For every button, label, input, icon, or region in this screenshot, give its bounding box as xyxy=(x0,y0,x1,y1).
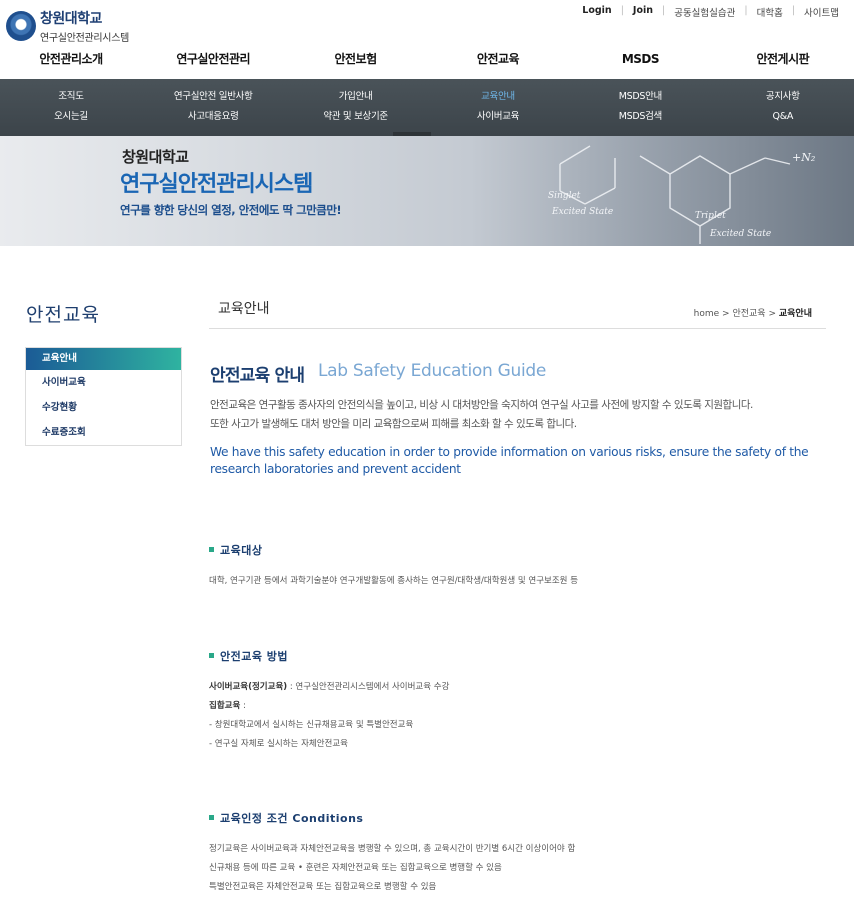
sidebar-item-certificate-lookup[interactable]: 수료증조회 xyxy=(26,420,181,445)
nav-msds[interactable]: MSDS xyxy=(569,44,711,79)
shared-lab-link[interactable]: 공동실험실습관 xyxy=(665,5,744,19)
logo-name: 창원대학교 xyxy=(40,11,102,27)
section-target-heading: 교육대상 xyxy=(209,542,262,558)
logo-subtitle: 연구실안전관리시스템 xyxy=(40,33,130,44)
breadcrumb: home > 안전교육 > 교육안내 xyxy=(693,309,812,319)
sitemap-link[interactable]: 사이트맵 xyxy=(795,5,848,19)
method-item-1: - 창원대학교에서 실시하는 신규채용교육 및 특별안전교육 xyxy=(209,720,414,730)
subnav-terms-compensation[interactable]: 약관 및 보상기준 xyxy=(284,107,426,127)
subnav-qna[interactable]: Q&A xyxy=(712,107,854,127)
sidebar-item-course-status[interactable]: 수강현황 xyxy=(26,395,181,420)
section-heading-english: Lab Safety Education Guide xyxy=(318,361,547,381)
page-title: 교육안내 xyxy=(218,301,270,317)
method-cyber-line: 사이버교육(정기교육) : 연구실안전관리시스템에서 사이버교육 수강 xyxy=(209,682,450,692)
nav-safety-education[interactable]: 안전교육 xyxy=(427,44,569,79)
subnav-directions[interactable]: 오시는길 xyxy=(0,107,142,127)
sub-nav: 조직도 연구실안전 일반사항 가입안내 교육안내 MSDS안내 공지사항 오시는… xyxy=(0,79,854,142)
nav-safety-insurance[interactable]: 안전보험 xyxy=(284,44,426,79)
banner-system-title: 연구실안전관리시스템 xyxy=(120,172,313,197)
subnav-cyber-education[interactable]: 사이버교육 xyxy=(427,107,569,127)
conditions-line-1: 정기교육은 사이버교육과 자체안전교육을 병행할 수 있으며, 총 교육시간이 … xyxy=(209,844,576,854)
method-group-line: 집합교육 : xyxy=(209,701,246,711)
method-cyber-label: 사이버교육(정기교육) xyxy=(209,682,288,692)
main-nav: 안전관리소개 연구실안전관리 안전보험 안전교육 MSDS 안전게시판 xyxy=(0,44,854,79)
sidebar-title: 안전교육 xyxy=(26,304,100,326)
banner-slogan: 연구를 향한 당신의 열정, 안전에도 딱 그만큼만! xyxy=(120,203,342,217)
subnav-org-chart[interactable]: 조직도 xyxy=(0,87,142,107)
login-link[interactable]: Login xyxy=(573,5,620,19)
svg-text:Singlet: Singlet xyxy=(548,191,581,201)
nav-safety-management-intro[interactable]: 안전관리소개 xyxy=(0,44,142,79)
intro-line-2: 또한 사고가 발생해도 대처 방안을 미리 교육함으로써 피해를 최소화 할 수… xyxy=(210,418,577,430)
hero-banner: 창원대학교 연구실안전관리시스템 연구를 향한 당신의 열정, 안전에도 딱 그… xyxy=(0,136,854,246)
section-method-heading: 안전교육 방법 xyxy=(209,648,288,664)
intro-line-1: 안전교육은 연구활동 종사자의 안전의식을 높이고, 비상 시 대처방안을 숙지… xyxy=(210,399,753,411)
nav-safety-board[interactable]: 안전게시판 xyxy=(712,44,854,79)
subnav-lab-safety-general[interactable]: 연구실안전 일반사항 xyxy=(142,87,284,107)
sidebar-item-cyber-education[interactable]: 사이버교육 xyxy=(26,370,181,395)
svg-text:+N₂: +N₂ xyxy=(792,151,815,164)
nav-lab-safety-management[interactable]: 연구실안전관리 xyxy=(142,44,284,79)
top-header: 창원대학교 연구실안전관리시스템 Login | Join | 공동실험실습관 … xyxy=(0,0,854,44)
subnav-education-guide[interactable]: 교육안내 xyxy=(427,87,569,107)
breadcrumb-home[interactable]: home xyxy=(694,309,720,319)
title-divider xyxy=(209,328,826,329)
method-item-2: - 연구실 자체로 실시하는 자체안전교육 xyxy=(209,739,348,749)
sidebar-item-education-guide[interactable]: 교육안내 xyxy=(26,348,181,370)
section-heading: 안전교육 안내 xyxy=(210,366,305,386)
svg-text:Excited State: Excited State xyxy=(709,229,771,239)
subnav-msds-guide[interactable]: MSDS안내 xyxy=(569,87,711,107)
conditions-line-3: 특별안전교육은 자체안전교육 또는 집합교육으로 병행할 수 있음 xyxy=(209,882,437,892)
svg-text:Excited State: Excited State xyxy=(551,207,613,217)
section-target-text: 대학, 연구기관 등에서 과학기술분야 연구개발활동에 종사하는 연구원/대학생… xyxy=(209,576,579,586)
chemical-structure-illustration: Singlet Excited State Triplet Excited St… xyxy=(548,145,815,244)
sidebar-menu: 교육안내 사이버교육 수강현황 수료증조회 xyxy=(25,347,182,446)
intro-english: We have this safety education in order t… xyxy=(210,445,809,476)
intro-text: 안전교육은 연구활동 종사자의 안전의식을 높이고, 비상 시 대처방안을 숙지… xyxy=(210,396,830,434)
conditions-line-2: 신규채용 등에 따른 교육 • 훈련은 자체안전교육 또는 집합교육으로 병행할… xyxy=(209,863,502,873)
subnav-msds-search[interactable]: MSDS검색 xyxy=(569,107,711,127)
method-group-label: 집합교육 xyxy=(209,701,241,711)
breadcrumb-current: 교육안내 xyxy=(778,309,812,319)
utility-links: Login | Join | 공동실험실습관 | 대학홈 | 사이트맵 xyxy=(573,5,848,19)
banner-university: 창원대학교 xyxy=(122,148,189,166)
join-link[interactable]: Join xyxy=(624,5,662,19)
subnav-notice[interactable]: 공지사항 xyxy=(712,87,854,107)
university-logo[interactable]: 창원대학교 연구실안전관리시스템 xyxy=(6,8,129,44)
university-seal-icon xyxy=(6,11,36,41)
subnav-accident-response[interactable]: 사고대응요령 xyxy=(142,107,284,127)
subnav-join-guide[interactable]: 가입안내 xyxy=(284,87,426,107)
breadcrumb-safety-education[interactable]: 안전교육 xyxy=(732,309,765,319)
svg-text:Triplet: Triplet xyxy=(695,211,726,221)
university-home-link[interactable]: 대학홈 xyxy=(748,5,792,19)
section-conditions-heading: 교육인정 조건 Conditions xyxy=(209,810,363,826)
